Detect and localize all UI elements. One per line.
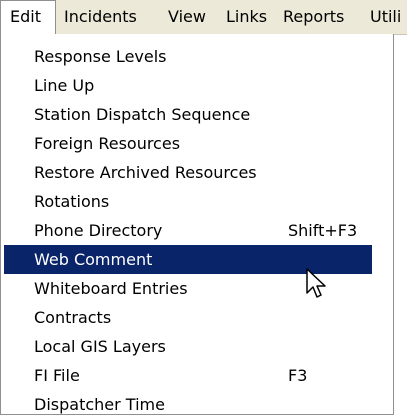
menu-links[interactable]: Links	[226, 0, 267, 34]
menu-item-fi-file[interactable]: FI File F3	[4, 361, 372, 390]
menu-item-dispatcher-time[interactable]: Dispatcher Time	[4, 390, 372, 415]
menu-item-shortcut: F3	[288, 366, 308, 385]
menu-item-rotations[interactable]: Rotations	[4, 187, 372, 216]
menu-item-phone-directory[interactable]: Phone Directory Shift+F3	[4, 216, 372, 245]
menu-item-label: Phone Directory	[34, 221, 163, 240]
menu-item-label: Rotations	[34, 192, 110, 211]
menu-reports[interactable]: Reports	[283, 0, 344, 34]
menu-item-label: Local GIS Layers	[34, 337, 166, 356]
menu-view[interactable]: View	[168, 0, 206, 34]
menu-utilities[interactable]: Utili	[370, 0, 407, 34]
menu-item-label: Restore Archived Resources	[34, 163, 257, 182]
menu-item-station-dispatch-sequence[interactable]: Station Dispatch Sequence	[4, 100, 372, 129]
menu-item-response-levels[interactable]: Response Levels	[4, 42, 372, 71]
menu-item-label: Contracts	[34, 308, 112, 327]
menu-edit[interactable]: Edit	[0, 0, 56, 34]
menu-item-contracts[interactable]: Contracts	[4, 303, 372, 332]
menu-item-web-comment[interactable]: Web Comment	[4, 245, 372, 274]
menu-item-label: Dispatcher Time	[34, 395, 165, 414]
menu-item-label: FI File	[34, 366, 80, 385]
menu-item-label: Response Levels	[34, 47, 167, 66]
menu-item-line-up[interactable]: Line Up	[4, 71, 372, 100]
menu-item-label: Whiteboard Entries	[34, 279, 188, 298]
edit-dropdown-menu: Response Levels Line Up Station Dispatch…	[0, 34, 394, 415]
menu-item-label: Line Up	[34, 76, 95, 95]
menu-item-label: Station Dispatch Sequence	[34, 105, 251, 124]
menu-bar: Edit Incidents View Links Reports Utili	[0, 0, 407, 35]
menu-item-restore-archived-resources[interactable]: Restore Archived Resources	[4, 158, 372, 187]
menu-item-foreign-resources[interactable]: Foreign Resources	[4, 129, 372, 158]
edit-menu-list: Response Levels Line Up Station Dispatch…	[4, 42, 372, 415]
menu-item-shortcut: Shift+F3	[288, 221, 358, 240]
menu-item-label: Foreign Resources	[34, 134, 181, 153]
menu-incidents[interactable]: Incidents	[64, 0, 137, 34]
menu-item-whiteboard-entries[interactable]: Whiteboard Entries	[4, 274, 372, 303]
menu-item-label: Web Comment	[34, 250, 153, 269]
menu-item-local-gis-layers[interactable]: Local GIS Layers	[4, 332, 372, 361]
